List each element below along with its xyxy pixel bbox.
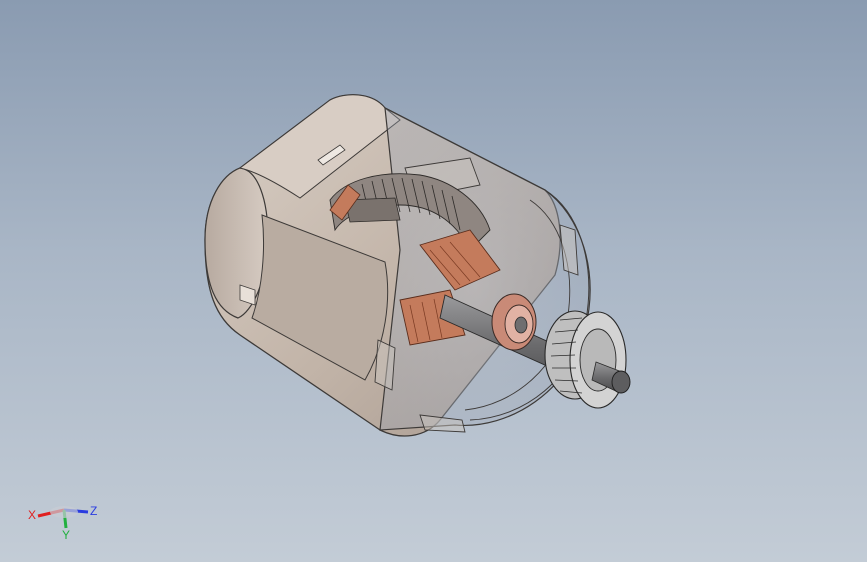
z-axis-label: Z <box>90 504 97 518</box>
orientation-triad: X Z Y <box>28 504 97 540</box>
graphics-viewport[interactable]: X Z Y <box>0 0 867 562</box>
y-axis-label: Y <box>62 528 70 540</box>
x-axis-label: X <box>28 508 36 522</box>
motor-assembly-model[interactable] <box>0 0 867 562</box>
